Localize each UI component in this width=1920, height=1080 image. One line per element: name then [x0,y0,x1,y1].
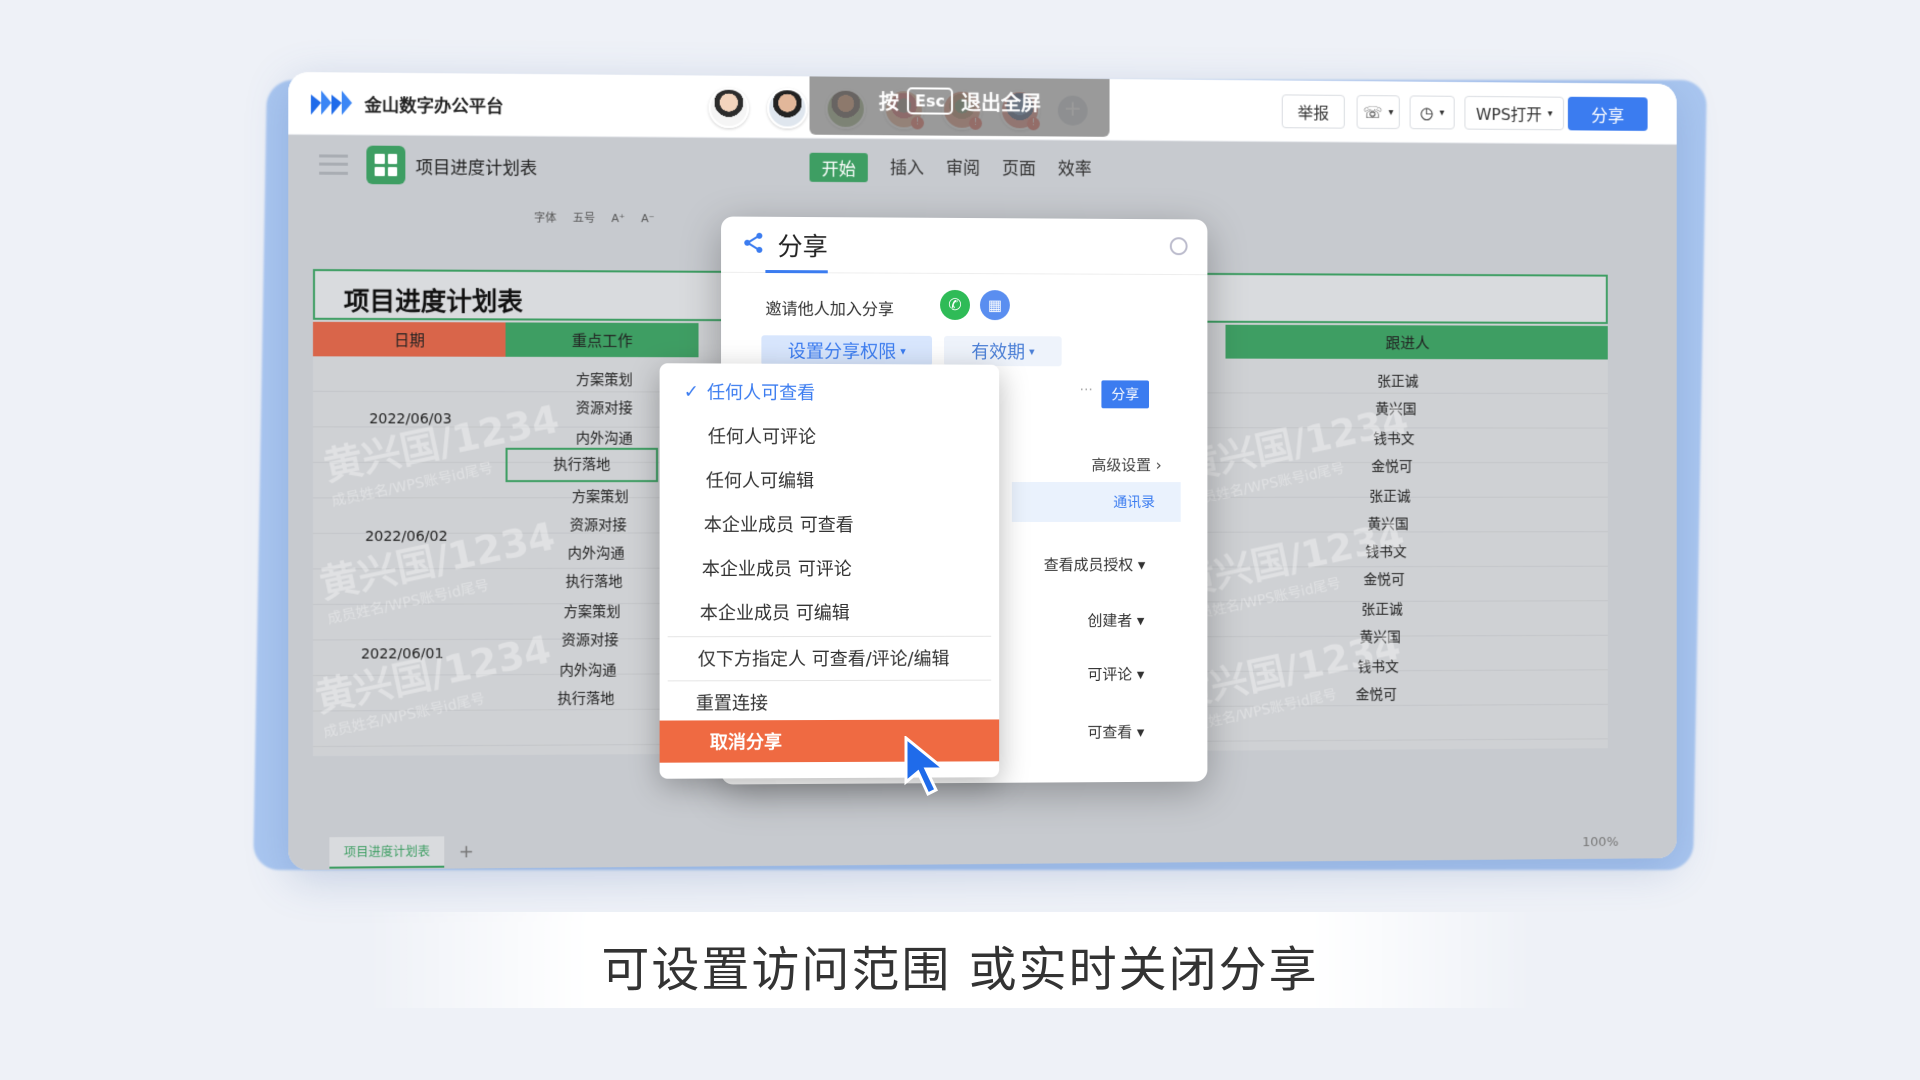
header-date[interactable]: 日期 [312,321,506,357]
history-button[interactable]: ◷ ▾ [1409,95,1455,130]
sheet-title: 项目进度计划表 [343,286,523,317]
tab-efficiency[interactable]: 效率 [1058,154,1092,183]
caption: 可设置访问范围 或实时关闭分享 [601,942,1319,998]
share-panel-header: 分享 [721,216,1208,276]
invite-label: 邀请他人加入分享 [765,299,895,319]
tab-page[interactable]: 页面 [1002,154,1036,183]
header-work[interactable]: 重点工作 [505,322,699,358]
role-select[interactable]: 可评论 ▾ [1088,663,1145,684]
reset-link-option[interactable]: 重置连接 [660,680,1000,725]
add-sheet-icon[interactable]: + [459,841,474,862]
font-shrink-icon[interactable]: A⁻ [641,212,655,225]
permission-option-org-view[interactable]: 本企业成员 可查看 [660,502,1000,546]
expiry-button[interactable]: 有效期 ▾ [944,335,1062,367]
role-select[interactable]: 创建者 ▾ [1088,610,1145,631]
permission-option-anyone-edit[interactable]: 任何人可编辑 [660,458,1000,503]
link-share-button[interactable]: 分享 [1101,380,1150,409]
font-grow-icon[interactable]: A⁺ [611,211,625,224]
call-button[interactable]: ☏ ▾ [1356,95,1400,130]
esc-hint-prefix: 按 [878,89,899,114]
document-bar: 项目进度计划表 开始 插入 审阅 页面 效率 [288,135,1676,202]
tab-start[interactable]: 开始 [809,152,868,183]
task-cell[interactable]: 内外沟通 [559,428,650,448]
menu-icon[interactable] [319,154,348,175]
font-select[interactable]: 字体 [534,209,556,225]
spreadsheet-icon [366,145,406,185]
member-auth-select[interactable]: 查看成员授权 ▾ [1044,554,1146,575]
advanced-settings-link[interactable]: 高级设置 › [1091,454,1161,475]
chevron-down-icon: ▾ [1029,344,1035,358]
clock-icon: ◷ [1419,102,1434,122]
more-icon[interactable]: ··· [1080,382,1093,398]
chevron-down-icon: ▾ [1439,107,1445,119]
esc-hint-suffix: 退出全屏 [960,90,1041,115]
owner-cell[interactable]: 张正诚 [1343,599,1422,619]
ribbon-tabs: 开始 插入 审阅 页面 效率 [809,152,1092,184]
task-cell[interactable]: 资源对接 [559,397,650,417]
share-icon [741,230,765,258]
avatar[interactable] [767,88,808,129]
contacts-button[interactable]: 通讯录 [1011,482,1181,522]
set-permission-label: 设置分享权限 [787,341,897,363]
chevron-down-icon: ▾ [900,344,906,358]
brand-name: 金山数字办公平台 [364,95,504,118]
owner-cell[interactable]: 张正诚 [1351,486,1430,506]
check-icon: ✓ [683,380,699,403]
sheet-tab[interactable]: 项目进度计划表 [329,835,445,869]
header-owner[interactable]: 跟进人 [1225,324,1608,360]
tab-review[interactable]: 审阅 [946,154,980,183]
fullscreen-exit-hint: 按 Esc 退出全屏 [809,71,1110,137]
task-cell[interactable]: 资源对接 [552,514,643,534]
task-cell[interactable]: 方案策划 [546,601,637,621]
permission-option-org-comment[interactable]: 本企业成员 可评论 [660,546,1000,590]
task-cell[interactable]: 资源对接 [544,629,635,650]
avatar[interactable] [708,87,750,129]
wps-open-label: WPS打开 [1475,104,1542,125]
share-panel-title: 分享 [777,231,828,261]
chevron-down-icon: ▾ [1388,106,1394,118]
permission-dropdown: ✓ 任何人可查看 任何人可评论 任何人可编辑 本企业成员 可查看 本企业成员 可评… [659,363,1000,779]
task-cell[interactable]: 方案策划 [559,369,650,389]
zoom-level[interactable]: 100% [1582,834,1618,849]
task-cell[interactable]: 内外沟通 [550,543,641,563]
permission-option-org-edit[interactable]: 本企业成员 可编辑 [660,590,1000,634]
kingsoft-logo-icon [310,88,353,119]
phone-icon: ☏ [1362,102,1383,122]
task-cell[interactable]: 方案策划 [554,486,645,506]
font-size-select[interactable]: 五号 [573,210,595,226]
wechat-icon[interactable]: ✆ [940,289,970,321]
permission-option-anyone-view[interactable]: ✓ 任何人可查看 [660,369,1000,414]
chevron-down-icon: ▾ [1547,107,1553,119]
esc-key: Esc [906,86,953,115]
share-button[interactable]: 分享 [1567,96,1648,131]
header-owner-label: 跟进人 [1385,333,1430,352]
wps-open-button[interactable]: WPS打开 ▾ [1464,95,1564,131]
report-label: 举报 [1297,103,1330,123]
set-permission-button[interactable]: 设置分享权限 ▾ [761,335,933,366]
close-icon[interactable] [1169,237,1188,256]
report-button[interactable]: 举报 [1281,94,1345,129]
document-title: 项目进度计划表 [415,157,538,179]
owner-cell[interactable]: 张正诚 [1359,371,1437,391]
expiry-label: 有效期 [971,342,1026,364]
title-underline [765,269,828,274]
top-bar: 金山数字办公平台 ! ! ! + 按 Esc 退出全屏 举报 ☏▾ ◷▾ WPS… [288,71,1677,145]
qr-code-icon[interactable]: ▦ [979,290,1010,321]
tab-insert[interactable]: 插入 [890,153,924,182]
permission-option-anyone-comment[interactable]: 任何人可评论 [660,413,1000,458]
role-select[interactable]: 可查看 ▾ [1088,721,1145,742]
permission-option-specified[interactable]: 仅下方指定人 可查看/评论/编辑 [660,636,1000,681]
